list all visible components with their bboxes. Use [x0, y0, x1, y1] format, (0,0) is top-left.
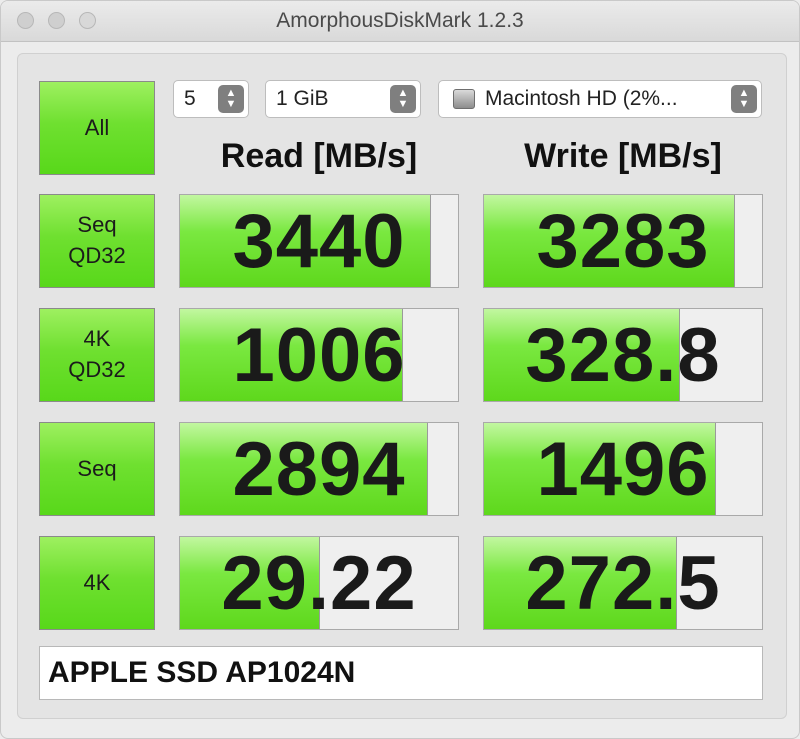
read-value: 3440	[232, 198, 406, 284]
count-value: 5	[184, 87, 196, 110]
stepper-icon: ▲ ▼	[390, 85, 416, 113]
drive-value: Macintosh HD (2%...	[485, 87, 678, 110]
write-value: 1496	[536, 426, 710, 512]
read-header: Read [MB/s]	[220, 137, 418, 175]
drive-model-field: APPLE SSD AP1024N	[39, 646, 763, 700]
4k-write-cell: 272.5	[483, 536, 763, 630]
stepper-icon: ▲ ▼	[731, 85, 757, 113]
stepper-icon: ▲ ▼	[218, 85, 244, 113]
seq-write-cell: 1496	[483, 422, 763, 516]
seq-button[interactable]: Seq	[39, 422, 155, 516]
read-value: 1006	[232, 312, 406, 398]
hard-drive-icon	[453, 89, 475, 109]
seq-qd32-read-cell: 3440	[179, 194, 459, 288]
write-value: 272.5	[525, 540, 721, 626]
seq-qd32-button[interactable]: Seq QD32	[39, 194, 155, 288]
seq-qd32-write-cell: 3283	[483, 194, 763, 288]
4k-qd32-write-cell: 328.8	[483, 308, 763, 402]
4k-read-cell: 29.22	[179, 536, 459, 630]
read-value: 29.22	[221, 540, 417, 626]
write-value: 328.8	[525, 312, 721, 398]
seq-read-cell: 2894	[179, 422, 459, 516]
4k-qd32-read-cell: 1006	[179, 308, 459, 402]
4k-button[interactable]: 4K	[39, 536, 155, 630]
size-select[interactable]: 1 GiB ▲ ▼	[265, 80, 421, 118]
all-button[interactable]: All	[39, 81, 155, 175]
drive-select[interactable]: Macintosh HD (2%... ▲ ▼	[438, 80, 762, 118]
title-bar: AmorphousDiskMark 1.2.3	[1, 1, 799, 42]
app-window: AmorphousDiskMark 1.2.3 All 5 ▲ ▼ 1 GiB ▲…	[0, 0, 800, 739]
count-select[interactable]: 5 ▲ ▼	[173, 80, 249, 118]
size-value: 1 GiB	[276, 87, 329, 110]
write-value: 3283	[536, 198, 710, 284]
read-value: 2894	[232, 426, 406, 512]
window-title: AmorphousDiskMark 1.2.3	[276, 9, 524, 32]
4k-qd32-button[interactable]: 4K QD32	[39, 308, 155, 402]
write-header: Write [MB/s]	[524, 137, 722, 175]
